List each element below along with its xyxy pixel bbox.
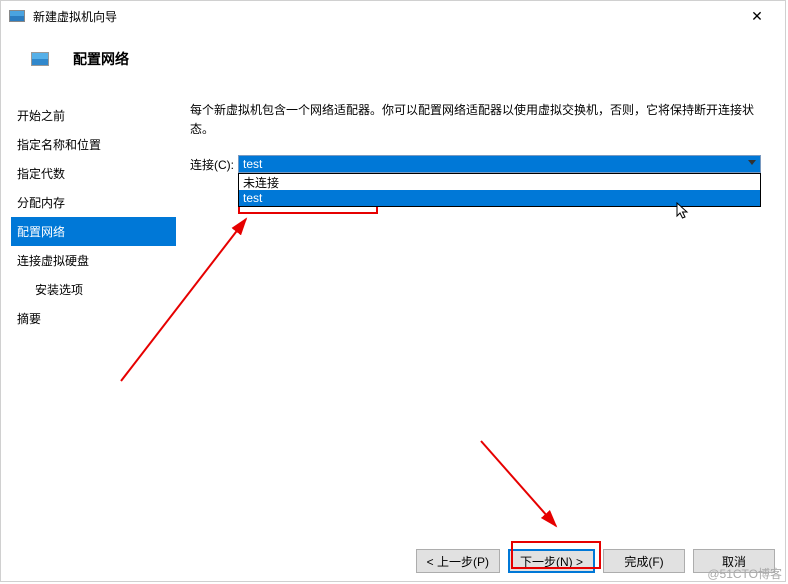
sidebar-item-network[interactable]: 配置网络 — [11, 217, 176, 246]
app-icon — [9, 10, 25, 22]
connection-dropdown: 未连接 test — [238, 173, 761, 207]
titlebar: 新建虚拟机向导 ✕ — [1, 1, 785, 31]
description-text: 每个新虚拟机包含一个网络适配器。你可以配置网络适配器以使用虚拟交换机，否则，它将… — [190, 101, 761, 139]
connection-select-wrap: test 未连接 test — [238, 155, 761, 173]
connection-label: 连接(C): — [190, 156, 234, 173]
wizard-window: 新建虚拟机向导 ✕ 配置网络 开始之前 指定名称和位置 指定代数 分配内存 配置… — [0, 0, 786, 582]
page-header-icon — [31, 52, 49, 66]
page-header: 配置网络 — [1, 31, 785, 93]
next-button[interactable]: 下一步(N) > — [508, 549, 595, 573]
connection-row: 连接(C): test 未连接 test — [190, 155, 761, 173]
window-title: 新建虚拟机向导 — [33, 8, 737, 25]
content-area: 开始之前 指定名称和位置 指定代数 分配内存 配置网络 连接虚拟硬盘 安装选项 … — [11, 101, 775, 531]
watermark: @51CTO博客 — [707, 565, 782, 582]
close-button[interactable]: ✕ — [737, 2, 777, 30]
sidebar-item-generation[interactable]: 指定代数 — [11, 159, 176, 188]
dropdown-option-test[interactable]: test — [239, 190, 760, 206]
connection-selected-value: test — [243, 157, 262, 171]
sidebar-item-vhd[interactable]: 连接虚拟硬盘 — [11, 246, 176, 275]
sidebar-item-name-location[interactable]: 指定名称和位置 — [11, 130, 176, 159]
sidebar-item-summary[interactable]: 摘要 — [11, 304, 176, 333]
sidebar-item-install-options[interactable]: 安装选项 — [11, 275, 176, 304]
wizard-steps-sidebar: 开始之前 指定名称和位置 指定代数 分配内存 配置网络 连接虚拟硬盘 安装选项 … — [11, 101, 176, 531]
sidebar-item-before-begin[interactable]: 开始之前 — [11, 101, 176, 130]
main-panel: 每个新虚拟机包含一个网络适配器。你可以配置网络适配器以使用虚拟交换机，否则，它将… — [176, 101, 775, 531]
page-title: 配置网络 — [73, 49, 129, 69]
previous-button[interactable]: < 上一步(P) — [416, 549, 500, 573]
chevron-down-icon — [748, 160, 756, 165]
finish-button[interactable]: 完成(F) — [603, 549, 685, 573]
dropdown-option-disconnected[interactable]: 未连接 — [239, 174, 760, 190]
connection-select[interactable]: test — [238, 155, 761, 173]
sidebar-item-memory[interactable]: 分配内存 — [11, 188, 176, 217]
